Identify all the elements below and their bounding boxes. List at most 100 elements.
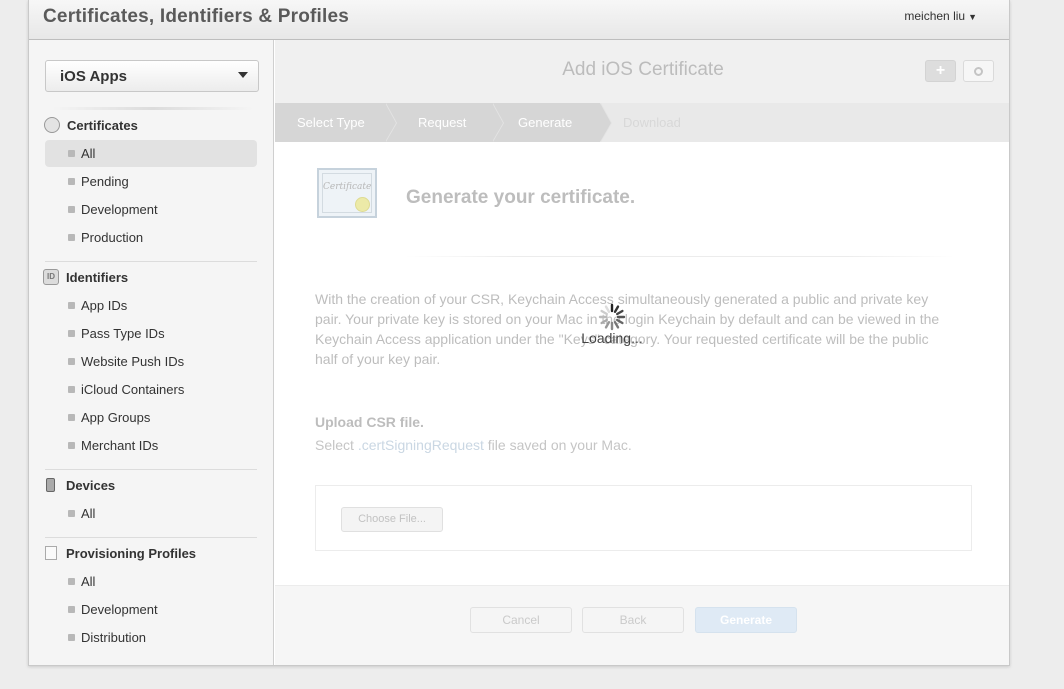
sidebar-item-certificates-development[interactable]: Development bbox=[45, 196, 257, 223]
sidebar-item-label: Pass Type IDs bbox=[81, 326, 165, 341]
sidebar-divider bbox=[45, 537, 257, 538]
upload-box: Choose File... bbox=[315, 485, 972, 551]
platform-select[interactable]: iOS Apps bbox=[45, 60, 259, 92]
sidebar-item-certificates-production[interactable]: Production bbox=[45, 224, 257, 251]
loading-indicator: Loading... bbox=[572, 302, 652, 346]
step-download: Download bbox=[600, 103, 720, 142]
app-title: Certificates, Identifiers & Profiles bbox=[43, 6, 350, 27]
device-icon bbox=[46, 478, 55, 492]
sidebar-item-merchant-ids[interactable]: Merchant IDs bbox=[45, 432, 257, 459]
sidebar-separator bbox=[53, 107, 253, 110]
sidebar-divider bbox=[45, 261, 257, 262]
sidebar-item-profiles-distribution[interactable]: Distribution bbox=[45, 624, 257, 651]
plus-icon: + bbox=[935, 62, 946, 79]
bullet-icon bbox=[68, 634, 75, 641]
bullet-icon bbox=[68, 302, 75, 309]
back-button[interactable]: Back bbox=[582, 607, 684, 633]
step-request: Request bbox=[385, 103, 504, 142]
sidebar-item-label: Merchant IDs bbox=[81, 438, 159, 453]
chevron-right-icon bbox=[385, 103, 396, 142]
chevron-right-icon bbox=[492, 103, 503, 142]
sidebar-item-icloud-containers[interactable]: iCloud Containers bbox=[45, 376, 257, 403]
step-progress: Select Type Request Generate Download bbox=[275, 103, 1009, 142]
sidebar-item-label: Pending bbox=[81, 174, 129, 189]
user-name: meichen liu bbox=[904, 9, 966, 23]
sidebar-item-label: iCloud Containers bbox=[81, 382, 185, 397]
sidebar-item-label: Production bbox=[81, 230, 144, 245]
spinner-icon bbox=[598, 303, 626, 331]
upload-sub-suffix: file saved on your Mac. bbox=[483, 437, 632, 453]
step-label: Request bbox=[418, 115, 467, 130]
search-button[interactable] bbox=[963, 60, 994, 82]
bullet-icon bbox=[68, 386, 75, 393]
section-identifiers: ID Identifiers bbox=[43, 267, 128, 287]
profile-icon bbox=[45, 546, 57, 560]
main-panel: Add iOS Certificate + Select Type Reques… bbox=[275, 40, 1009, 665]
bullet-icon bbox=[68, 510, 75, 517]
sidebar-item-pass-type-ids[interactable]: Pass Type IDs bbox=[45, 320, 257, 347]
add-button[interactable]: + bbox=[925, 60, 956, 82]
section-title: Identifiers bbox=[66, 269, 129, 285]
step-select-type: Select Type bbox=[275, 103, 397, 142]
generate-button[interactable]: Generate bbox=[695, 607, 797, 633]
user-menu[interactable]: meichen liu ▼ bbox=[904, 9, 977, 23]
step-label: Select Type bbox=[297, 115, 365, 130]
section-title: Provisioning Profiles bbox=[66, 545, 197, 561]
bullet-icon bbox=[68, 234, 75, 241]
section-devices: Devices bbox=[43, 475, 115, 495]
top-bar: Certificates, Identifiers & Profiles mei… bbox=[29, 0, 1009, 40]
step-label: Download bbox=[623, 115, 681, 130]
sidebar-item-label: Development bbox=[81, 202, 158, 217]
sidebar-item-website-push-ids[interactable]: Website Push IDs bbox=[45, 348, 257, 375]
bullet-icon bbox=[68, 414, 75, 421]
upload-instructions: Select .certSigningRequest file saved on… bbox=[315, 437, 632, 453]
chevron-down-icon bbox=[238, 72, 248, 78]
certificate-image: Certificate bbox=[317, 168, 377, 218]
sidebar-item-profiles-development[interactable]: Development bbox=[45, 596, 257, 623]
bullet-icon bbox=[68, 206, 75, 213]
step-label: Generate bbox=[518, 115, 573, 130]
cancel-button[interactable]: Cancel bbox=[470, 607, 572, 633]
bullet-icon bbox=[68, 606, 75, 613]
sidebar-item-label: App Groups bbox=[81, 410, 151, 425]
section-title: Devices bbox=[66, 477, 116, 493]
sidebar-item-certificates-pending[interactable]: Pending bbox=[45, 168, 257, 195]
sidebar-item-devices-all[interactable]: All bbox=[45, 500, 257, 527]
sidebar-item-label: Distribution bbox=[81, 630, 147, 645]
sidebar-item-label: App IDs bbox=[81, 298, 128, 313]
sidebar-divider bbox=[45, 469, 257, 470]
bullet-icon bbox=[68, 578, 75, 585]
section-title: Certificates bbox=[67, 117, 138, 133]
upload-sub-prefix: Select bbox=[315, 437, 358, 453]
chevron-right-icon bbox=[600, 103, 611, 142]
form-footer: Cancel Back Generate bbox=[275, 585, 1009, 665]
bullet-icon bbox=[68, 442, 75, 449]
section-heading: Generate your certificate. bbox=[406, 187, 636, 208]
sidebar-item-label: All bbox=[81, 574, 96, 589]
section-provisioning-profiles: Provisioning Profiles bbox=[43, 543, 196, 563]
section-certificates: Certificates bbox=[43, 115, 138, 135]
choose-file-button[interactable]: Choose File... bbox=[341, 507, 443, 532]
sidebar-item-certificates-all[interactable]: All bbox=[45, 140, 257, 167]
bullet-icon bbox=[68, 358, 75, 365]
main-header: Add iOS Certificate + bbox=[275, 40, 1009, 103]
step-generate: Generate bbox=[492, 103, 612, 142]
bullet-icon bbox=[68, 178, 75, 185]
sidebar-item-label: Website Push IDs bbox=[81, 354, 185, 369]
sidebar-item-label: Development bbox=[81, 602, 158, 617]
search-icon bbox=[974, 67, 983, 76]
app-window: Certificates, Identifiers & Profiles mei… bbox=[28, 0, 1010, 666]
loading-text: Loading... bbox=[581, 330, 643, 346]
platform-select-value: iOS Apps bbox=[60, 68, 127, 85]
bullet-icon bbox=[68, 150, 75, 157]
upload-sub-ext: .certSigningRequest bbox=[357, 437, 484, 453]
sidebar-item-app-groups[interactable]: App Groups bbox=[45, 404, 257, 431]
sidebar-item-profiles-all[interactable]: All bbox=[45, 568, 257, 595]
bullet-icon bbox=[68, 330, 75, 337]
sidebar: iOS Apps Certificates All Pending Develo… bbox=[29, 40, 274, 665]
sidebar-item-label: All bbox=[81, 506, 96, 521]
chevron-down-icon: ▼ bbox=[968, 12, 977, 22]
sidebar-item-app-ids[interactable]: App IDs bbox=[45, 292, 257, 319]
upload-title: Upload CSR file. bbox=[315, 414, 424, 430]
id-icon: ID bbox=[43, 269, 59, 285]
